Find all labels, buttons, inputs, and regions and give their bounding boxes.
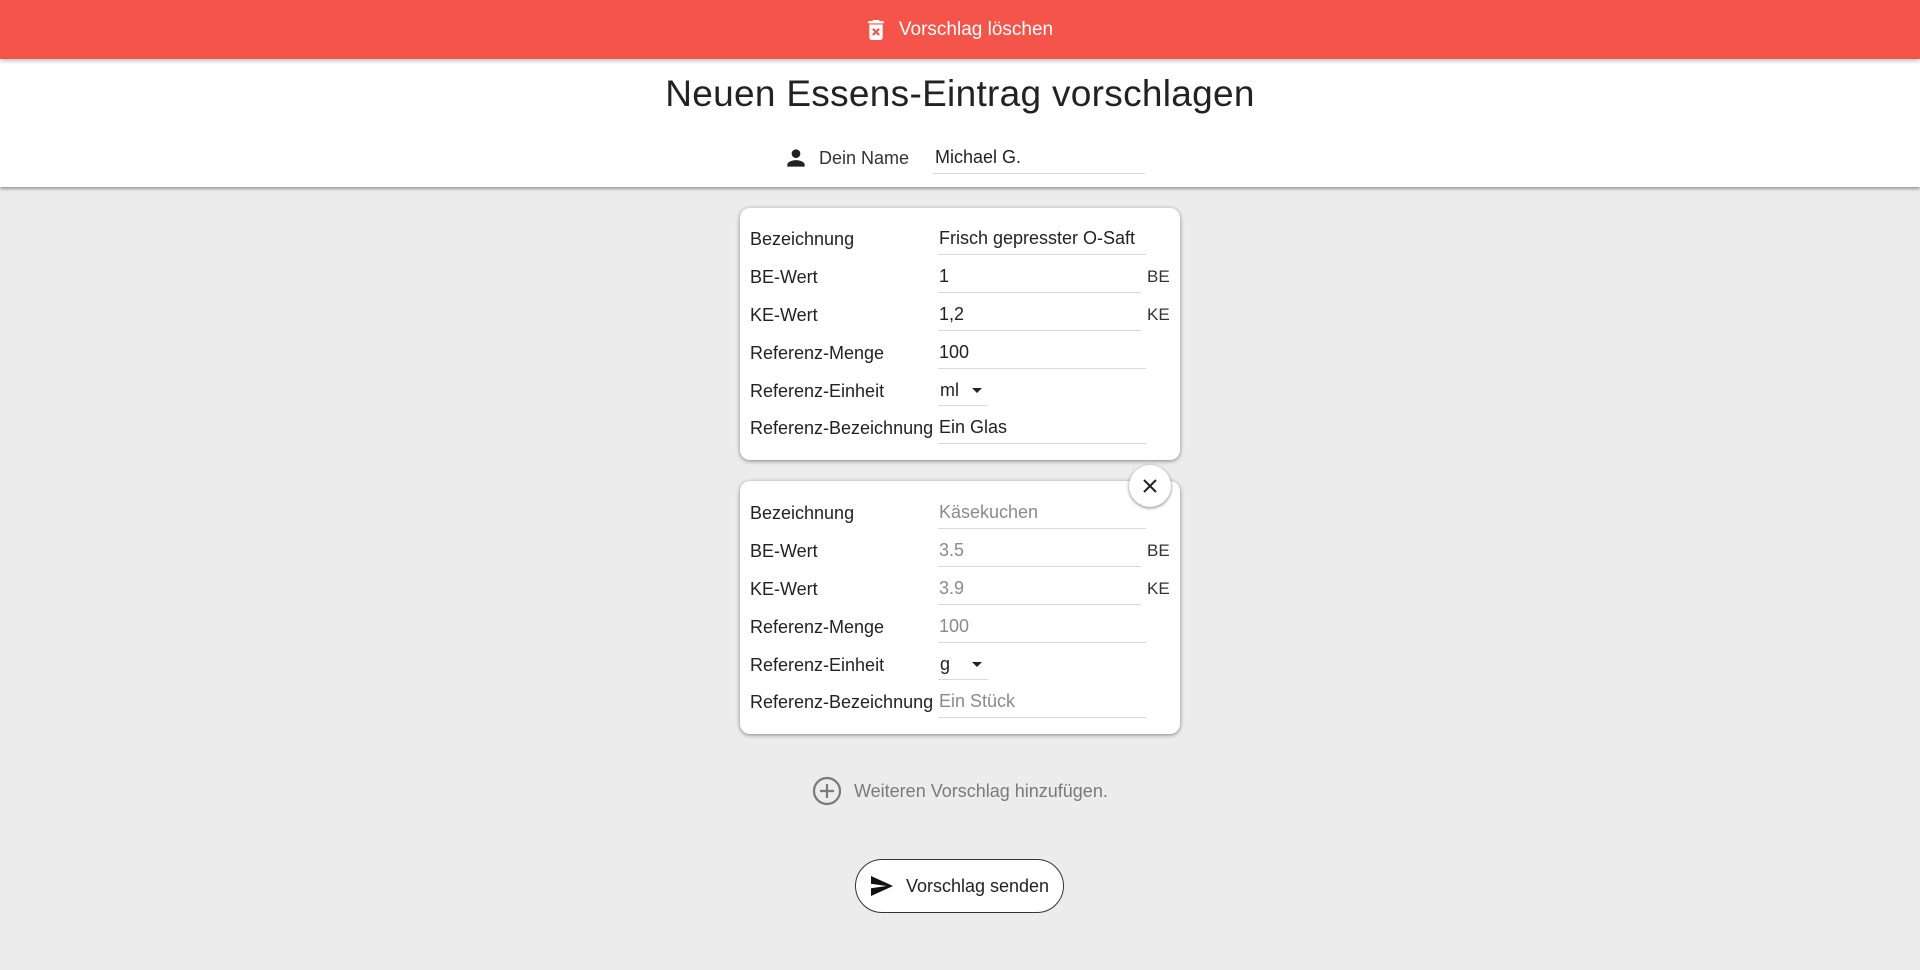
delete-suggestion-label: Vorschlag löschen [898,18,1054,40]
be-wert-input[interactable] [938,261,1141,293]
referenz-einheit-select[interactable]: g [938,650,988,680]
remove-suggestion-button[interactable] [1129,465,1171,507]
referenz-einheit-value: ml [940,380,959,400]
suggestion-card-2: Bezeichnung BE-Wert BE KE-Wert KE Refere… [740,481,1180,734]
delete-suggestion-bar[interactable]: Vorschlag löschen [0,0,1920,59]
row-be-wert: BE-Wert BE [750,534,1170,568]
bezeichnung-input[interactable] [938,497,1146,529]
referenz-einheit-value: g [940,654,951,674]
referenz-einheit-label: Referenz-Einheit [750,654,885,675]
row-referenz-bezeichnung: Referenz-Bezeichnung [750,411,1170,445]
row-referenz-bezeichnung: Referenz-Bezeichnung [750,685,1170,719]
referenz-bezeichnung-input[interactable] [938,412,1146,444]
name-label: Dein Name [819,147,910,168]
row-ke-wert: KE-Wert KE [750,572,1170,606]
row-referenz-einheit: Referenz-Einheit ml [750,374,1170,408]
referenz-einheit-label: Referenz-Einheit [750,380,885,401]
trash-icon [867,19,885,40]
person-icon [783,145,809,171]
ke-wert-input[interactable] [938,573,1141,605]
row-ke-wert: KE-Wert KE [750,298,1170,332]
row-referenz-menge: Referenz-Menge [750,610,1170,644]
referenz-menge-input[interactable] [938,337,1146,369]
referenz-einheit-select[interactable]: ml [938,376,988,406]
send-suggestion-label: Vorschlag senden [905,875,1050,896]
name-row: Dein Name [783,141,1145,175]
add-suggestion-button[interactable]: Weiteren Vorschlag hinzufügen. [812,775,1108,807]
send-icon [870,875,894,897]
ke-unit: KE [1147,579,1170,598]
be-wert-label: BE-Wert [750,266,818,287]
referenz-menge-label: Referenz-Menge [750,342,885,363]
ke-wert-label: KE-Wert [750,304,818,325]
be-unit: BE [1147,267,1170,286]
referenz-menge-input[interactable] [938,611,1146,643]
be-wert-label: BE-Wert [750,540,818,561]
page-title: Neuen Essens-Eintrag vorschlagen [665,73,1255,114]
header: Neuen Essens-Eintrag vorschlagen Dein Na… [0,59,1920,187]
row-referenz-menge: Referenz-Menge [750,336,1170,370]
name-input[interactable] [933,142,1145,174]
close-icon [1143,479,1157,493]
suggestion-card-1: Bezeichnung BE-Wert BE KE-Wert KE Refere… [740,208,1180,460]
row-be-wert: BE-Wert BE [750,260,1170,294]
bezeichnung-input[interactable] [938,223,1146,255]
add-suggestion-label: Weiteren Vorschlag hinzufügen. [854,780,1108,801]
referenz-bezeichnung-input[interactable] [938,686,1146,718]
ke-wert-label: KE-Wert [750,578,818,599]
be-unit: BE [1147,541,1170,560]
ke-unit: KE [1147,305,1170,324]
send-suggestion-button[interactable]: Vorschlag senden [855,859,1064,913]
referenz-menge-label: Referenz-Menge [750,616,885,637]
row-bezeichnung: Bezeichnung [750,222,1170,256]
bezeichnung-label: Bezeichnung [750,502,855,523]
add-circle-icon [812,776,842,806]
referenz-bezeichnung-label: Referenz-Bezeichnung [750,417,934,438]
row-bezeichnung: Bezeichnung [750,496,1170,530]
referenz-bezeichnung-label: Referenz-Bezeichnung [750,691,934,712]
caret-down-icon [972,662,982,667]
be-wert-input[interactable] [938,535,1141,567]
bezeichnung-label: Bezeichnung [750,228,855,249]
ke-wert-input[interactable] [938,299,1141,331]
caret-down-icon [972,388,982,393]
row-referenz-einheit: Referenz-Einheit g [750,648,1170,682]
